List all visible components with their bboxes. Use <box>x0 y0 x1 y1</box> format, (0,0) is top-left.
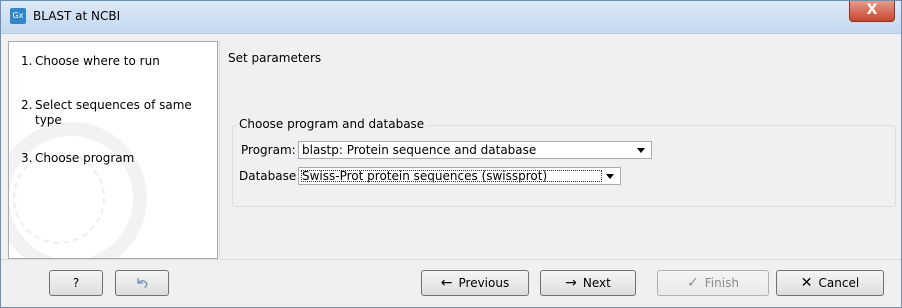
close-button[interactable]: X <box>849 1 895 22</box>
reset-button[interactable] <box>115 270 169 296</box>
program-database-group <box>232 125 896 207</box>
cancel-button[interactable]: ✕ Cancel <box>776 270 884 296</box>
button-bar: ? ← Previous → Next ✓ Finish ✕ Cancel <box>1 259 901 307</box>
finish-button[interactable]: ✓ Finish <box>657 270 769 296</box>
arrow-left-icon: ← <box>440 275 453 291</box>
chevron-down-icon[interactable] <box>637 148 645 153</box>
finish-label: Finish <box>704 276 739 290</box>
next-label: Next <box>582 276 611 290</box>
arrow-right-icon: → <box>565 275 577 291</box>
program-label: Program: <box>241 143 296 157</box>
database-select[interactable]: Swiss-Prot protein sequences (swissprot) <box>298 167 621 185</box>
page-heading: Set parameters <box>228 51 322 65</box>
step-number: 2. <box>21 98 33 112</box>
database-label: Database <box>239 169 297 183</box>
cancel-label: Cancel <box>818 276 860 290</box>
blast-dialog: Gx BLAST at NCBI X 1. Choose where to ru… <box>0 0 902 308</box>
help-button[interactable]: ? <box>49 270 103 296</box>
title-bar[interactable]: Gx BLAST at NCBI X <box>1 1 901 34</box>
app-icon: Gx <box>10 8 26 24</box>
previous-label: Previous <box>458 276 510 290</box>
step-label: Select sequences of same type <box>35 98 192 127</box>
program-select[interactable]: blastp: Protein sequence and database <box>298 141 652 159</box>
checkmark-icon: ✓ <box>687 275 699 291</box>
panel-divider <box>219 41 220 257</box>
group-title: Choose program and database <box>237 117 427 131</box>
step-number: 1. <box>21 54 33 68</box>
step-number: 3. <box>21 151 33 165</box>
steps-panel: 1. Choose where to run 2. Select sequenc… <box>8 41 218 259</box>
close-icon: ✕ <box>800 275 813 291</box>
chevron-down-icon[interactable] <box>606 174 614 179</box>
next-button[interactable]: → Next <box>540 270 636 296</box>
program-select-value: blastp: Protein sequence and database <box>302 143 537 157</box>
window-title: BLAST at NCBI <box>33 9 121 23</box>
undo-icon <box>137 278 148 289</box>
focus-rectangle <box>301 170 602 182</box>
step-label: Choose where to run <box>35 54 160 68</box>
step-label: Choose program <box>35 151 135 165</box>
help-label: ? <box>72 276 80 290</box>
previous-button[interactable]: ← Previous <box>421 270 529 296</box>
